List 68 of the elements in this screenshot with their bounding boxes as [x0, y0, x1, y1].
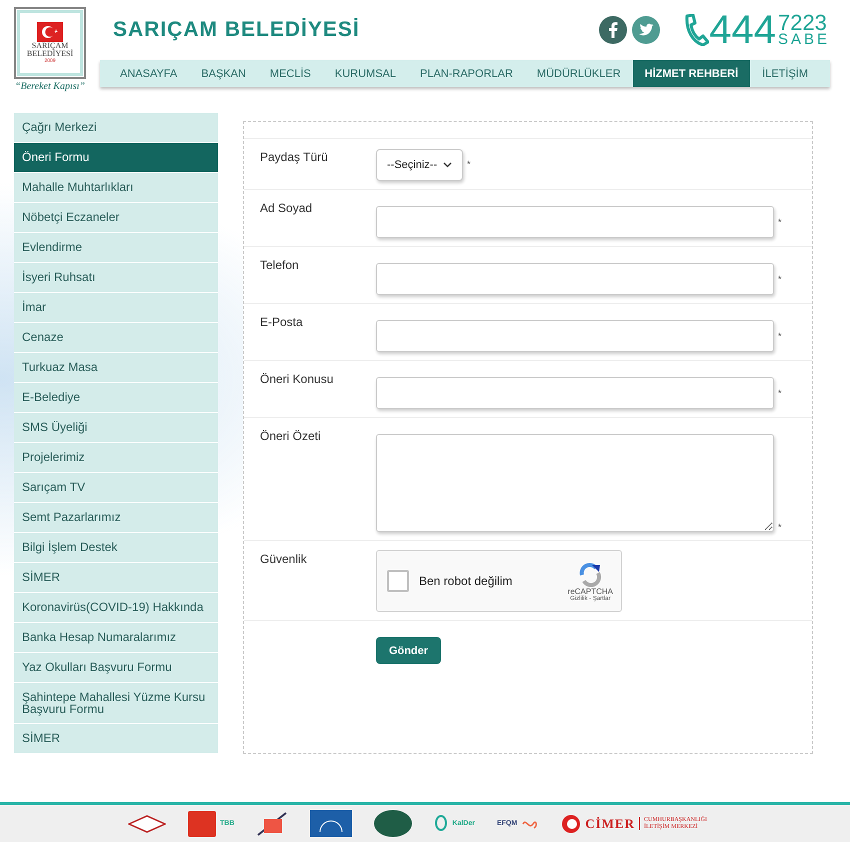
nav-link[interactable]: MECLİS: [258, 60, 323, 87]
submit-button[interactable]: Gönder: [376, 637, 441, 664]
nav-link[interactable]: ANASAYFA: [108, 60, 190, 87]
field-label: E-Posta: [260, 314, 304, 331]
required-mark: *: [467, 159, 471, 169]
input-field[interactable]: [376, 377, 774, 409]
field-label: Ad Soyad: [260, 200, 314, 217]
field-label: Güvenlik: [260, 551, 308, 568]
sidebar-item[interactable]: Turkuaz Masa: [14, 353, 218, 383]
required-mark: *: [778, 274, 782, 284]
diamond-emblem-icon: [128, 814, 166, 832]
sidebar-item[interactable]: Projelerimiz: [14, 443, 218, 473]
phone-number: 444: [709, 10, 776, 50]
logo-text: SARIÇAM BELEDİYESİ: [26, 42, 74, 58]
sidebar-item[interactable]: Sarıçam TV: [14, 473, 218, 503]
required-mark: *: [778, 522, 782, 532]
sidebar-item[interactable]: Semt Pazarlarımız: [14, 503, 218, 533]
sidebar-item[interactable]: SİMER: [14, 724, 218, 754]
nav-link[interactable]: PLAN-RAPORLAR: [408, 60, 525, 87]
sidebar-item[interactable]: Nöbetçi Eczaneler: [14, 203, 218, 233]
caret-icon: [443, 162, 452, 168]
field-label: Telefon: [260, 257, 300, 274]
sidebar-item[interactable]: Banka Hesap Numaralarımız: [14, 623, 218, 653]
input-field[interactable]: [376, 206, 774, 238]
phone-letters: SABE: [778, 33, 830, 47]
square-emblem-icon: [188, 810, 216, 836]
sidebar-item[interactable]: Yaz Okulları Başvuru Formu: [14, 653, 218, 683]
required-mark: *: [778, 331, 782, 341]
phone-icon: [683, 14, 710, 46]
required-mark: *: [778, 217, 782, 227]
field-label: Paydaş Türü: [260, 149, 329, 166]
field-label: Öneri Konusu: [260, 371, 334, 388]
nav-link[interactable]: HİZMET REHBERİ: [632, 60, 750, 87]
nav-link[interactable]: BAŞKAN: [189, 60, 258, 87]
captcha-label: Ben robot değilim: [419, 574, 514, 588]
sidebar-item[interactable]: Bilgi İşlem Destek: [14, 533, 218, 563]
sidebar-item[interactable]: Cenaze: [14, 323, 218, 353]
twitter-icon[interactable]: [632, 16, 660, 44]
text-area[interactable]: [376, 434, 774, 532]
sidebar-item[interactable]: E-Belediye: [14, 383, 218, 413]
sidebar-item[interactable]: İsyeri Ruhsatı: [14, 263, 218, 293]
sidebar-item[interactable]: İmar: [14, 293, 218, 323]
input-field[interactable]: [376, 263, 774, 295]
captcha-checkbox[interactable]: [387, 570, 409, 592]
oval-emblem-icon: [374, 810, 412, 837]
sidebar-item[interactable]: Koronavirüs(COVID-19) Hakkında: [14, 593, 218, 623]
sidebar-item[interactable]: SİMER: [14, 563, 218, 593]
site-title: SARIÇAM BELEDİYESİ: [113, 18, 361, 42]
sidebar-item[interactable]: SMS Üyeliği: [14, 413, 218, 443]
sidebar-item[interactable]: Öneri Formu: [14, 143, 218, 173]
nav-link[interactable]: MÜDÜRLÜKLER: [524, 60, 633, 87]
type-select[interactable]: --Seçiniz--: [376, 149, 463, 181]
sidebar-item[interactable]: Mahalle Muhtarlıkları: [14, 173, 218, 203]
sidebar-item[interactable]: Şahintepe Mahallesi Yüzme Kursu Başvuru Formu: [14, 683, 218, 724]
captcha-brand: reCAPTCHA: [568, 586, 613, 596]
sidebar-item[interactable]: Evlendirme: [14, 233, 218, 263]
phone-number: 7223: [778, 13, 828, 34]
logo-label: CİMER: [585, 816, 635, 832]
nav-link[interactable]: KURUMSAL: [322, 60, 408, 87]
globe-emblem-icon: [310, 810, 352, 837]
tagline: “Bereket Kapısı”: [15, 81, 85, 92]
flag-icon: [37, 22, 63, 42]
input-field[interactable]: [376, 320, 774, 352]
field-label: Öneri Özeti: [260, 428, 322, 445]
nav-link[interactable]: İLETİŞİM: [750, 60, 820, 87]
sidebar-item[interactable]: Çağrı Merkezi: [14, 113, 218, 143]
facebook-icon[interactable]: [599, 16, 628, 44]
required-mark: *: [778, 388, 782, 398]
